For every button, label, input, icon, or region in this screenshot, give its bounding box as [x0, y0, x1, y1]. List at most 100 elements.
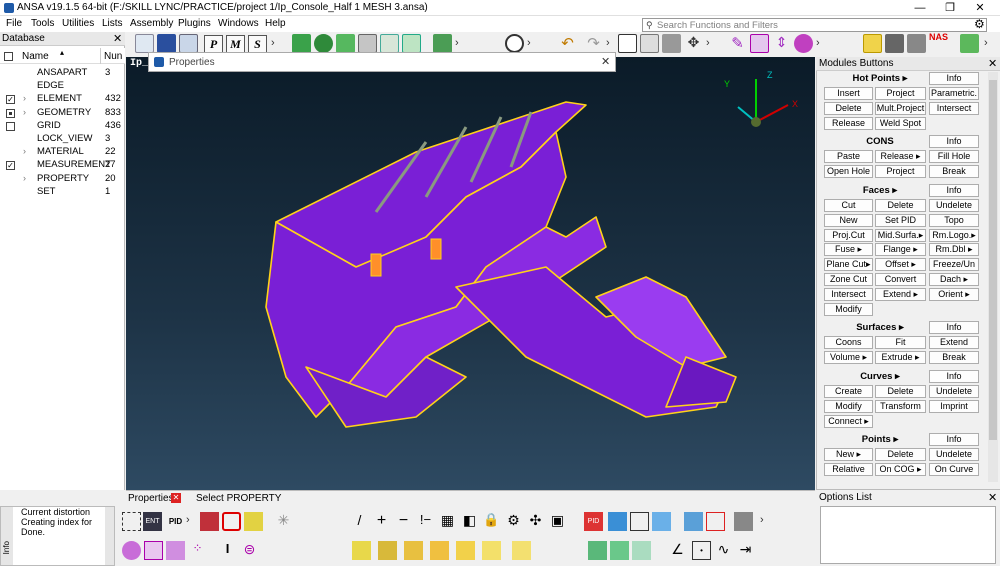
- row-checkbox[interactable]: [6, 121, 15, 131]
- menu-assembly[interactable]: Assembly: [130, 18, 173, 29]
- section-title[interactable]: Hot Points ▸: [840, 73, 920, 84]
- section-title[interactable]: Faces ▸: [840, 185, 920, 196]
- filter-icon[interactable]: ⚙: [504, 512, 523, 531]
- module-button[interactable]: Open Hole: [824, 164, 873, 178]
- angle-icon[interactable]: ∠: [668, 541, 687, 560]
- module-button[interactable]: On COG ▸: [875, 462, 926, 476]
- expand-chevron-icon[interactable]: ›: [23, 107, 26, 117]
- module-button[interactable]: Delete: [875, 448, 926, 461]
- module-button[interactable]: Break: [929, 164, 979, 178]
- face-icon[interactable]: [430, 541, 449, 560]
- p-toggle-button[interactable]: P: [204, 35, 223, 53]
- module-button[interactable]: Modify: [824, 302, 873, 316]
- module-button[interactable]: Undelete: [929, 199, 979, 212]
- chevron-right-icon[interactable]: ›: [527, 37, 531, 49]
- panel-icon[interactable]: [402, 34, 421, 53]
- polygon-icon[interactable]: [222, 512, 241, 531]
- module-button[interactable]: Paste: [824, 150, 873, 163]
- menu-plugins[interactable]: Plugins: [178, 18, 211, 29]
- undo-icon[interactable]: ↶: [558, 34, 577, 53]
- database-row-property[interactable]: › PROPERTY 20: [0, 173, 125, 186]
- plus-icon[interactable]: +: [372, 512, 391, 531]
- dimension-icon[interactable]: ⇥: [736, 541, 755, 560]
- menu-utilities[interactable]: Utilities: [62, 18, 94, 29]
- module-button[interactable]: Extend ▸: [875, 287, 926, 301]
- save-icon[interactable]: [157, 34, 176, 53]
- section-title[interactable]: Curves ▸: [840, 371, 920, 382]
- column-name-header[interactable]: Name: [22, 51, 49, 62]
- face-edit-icon[interactable]: [456, 541, 475, 560]
- delete-icon[interactable]: [662, 34, 681, 53]
- module-button[interactable]: Coons: [824, 336, 873, 349]
- red-cube-icon[interactable]: [706, 512, 725, 531]
- expand-chevron-icon[interactable]: ›: [23, 93, 26, 103]
- grid-layout-icon[interactable]: [292, 34, 311, 53]
- ent-select-icon[interactable]: ENT: [143, 512, 162, 531]
- module-button[interactable]: Topo: [929, 213, 979, 227]
- gear-green-icon[interactable]: [314, 34, 333, 53]
- curve-icon[interactable]: [378, 541, 397, 560]
- grid-shade-icon[interactable]: [907, 34, 926, 53]
- database-row-grid[interactable]: GRID 436: [0, 120, 125, 133]
- section-icon[interactable]: ⊜: [240, 541, 259, 560]
- paint-icon[interactable]: [794, 34, 813, 53]
- mesh-quality-icon[interactable]: [885, 34, 904, 53]
- module-button[interactable]: Parametric.: [929, 87, 979, 100]
- close-button[interactable]: ✕: [965, 0, 995, 16]
- row-checkbox[interactable]: ✓: [6, 95, 15, 105]
- module-button[interactable]: Break: [929, 350, 979, 364]
- graphics-viewport[interactable]: Z Y X Ip_: [126, 57, 815, 490]
- database-row-measurement[interactable]: ✓ MEASUREMENT 27: [0, 159, 125, 172]
- chevron-right-icon[interactable]: ›: [186, 514, 190, 526]
- column-num-header[interactable]: Nun: [104, 51, 122, 62]
- module-button[interactable]: Fit: [875, 336, 926, 349]
- module-button[interactable]: Imprint: [929, 399, 979, 413]
- module-button[interactable]: New: [824, 213, 873, 227]
- chevron-right-icon[interactable]: ›: [606, 37, 610, 49]
- module-button[interactable]: Undelete: [929, 448, 979, 461]
- move-icon[interactable]: ✥: [684, 34, 703, 53]
- nodes-icon[interactable]: ✣: [526, 512, 545, 531]
- section-info-button[interactable]: Info: [929, 321, 979, 334]
- section-info-button[interactable]: Info: [929, 184, 979, 197]
- module-button[interactable]: On Curve: [929, 462, 979, 476]
- menu-file[interactable]: File: [6, 18, 22, 29]
- volume-mesh-icon[interactable]: [610, 541, 629, 560]
- module-button[interactable]: Delete: [824, 101, 873, 115]
- database-row-set[interactable]: SET 1: [0, 186, 125, 199]
- section-title[interactable]: Points ▸: [840, 434, 920, 445]
- surface-icon[interactable]: [482, 541, 501, 560]
- scrollbar-thumb[interactable]: [989, 80, 997, 440]
- module-button[interactable]: Transform: [875, 399, 926, 413]
- properties-tab[interactable]: Properties: [128, 493, 174, 504]
- messages-scrollbar[interactable]: [105, 507, 114, 565]
- module-button[interactable]: Zone Cut: [824, 273, 873, 286]
- annotate-icon[interactable]: [750, 34, 769, 53]
- open-icon[interactable]: [179, 34, 198, 53]
- stack-icon[interactable]: [200, 512, 219, 531]
- module-button[interactable]: Mid.Surfa.▸: [875, 228, 926, 242]
- module-button[interactable]: Fuse ▸: [824, 243, 873, 257]
- table-icon[interactable]: [618, 34, 637, 53]
- box-select-icon[interactable]: [122, 512, 141, 531]
- nastran-icon[interactable]: NAS: [929, 32, 948, 42]
- module-button[interactable]: Proj.Cut: [824, 228, 873, 242]
- module-button[interactable]: Rm.Logo.▸: [929, 228, 979, 242]
- module-button[interactable]: Delete: [875, 385, 926, 398]
- database-close-icon[interactable]: ✕: [113, 32, 122, 45]
- chevron-right-icon[interactable]: ›: [984, 37, 988, 49]
- select-mode-icon[interactable]: ▣: [548, 512, 567, 531]
- section-title[interactable]: Surfaces ▸: [840, 322, 920, 333]
- display-icon[interactable]: [433, 34, 452, 53]
- database-row-ansapart[interactable]: ANSAPART 3: [0, 67, 125, 80]
- module-button[interactable]: Intersect: [824, 287, 873, 301]
- cylinder-icon[interactable]: [166, 541, 185, 560]
- clipboard-icon[interactable]: [358, 34, 377, 53]
- module-button[interactable]: Orient ▸: [929, 287, 979, 301]
- chevron-right-icon[interactable]: ›: [271, 37, 275, 49]
- row-checkbox[interactable]: [6, 108, 15, 118]
- mesh-cube-icon[interactable]: [684, 512, 703, 531]
- module-button[interactable]: Flange ▸: [875, 243, 926, 257]
- menu-windows[interactable]: Windows: [218, 18, 259, 29]
- module-button[interactable]: Release: [824, 116, 873, 130]
